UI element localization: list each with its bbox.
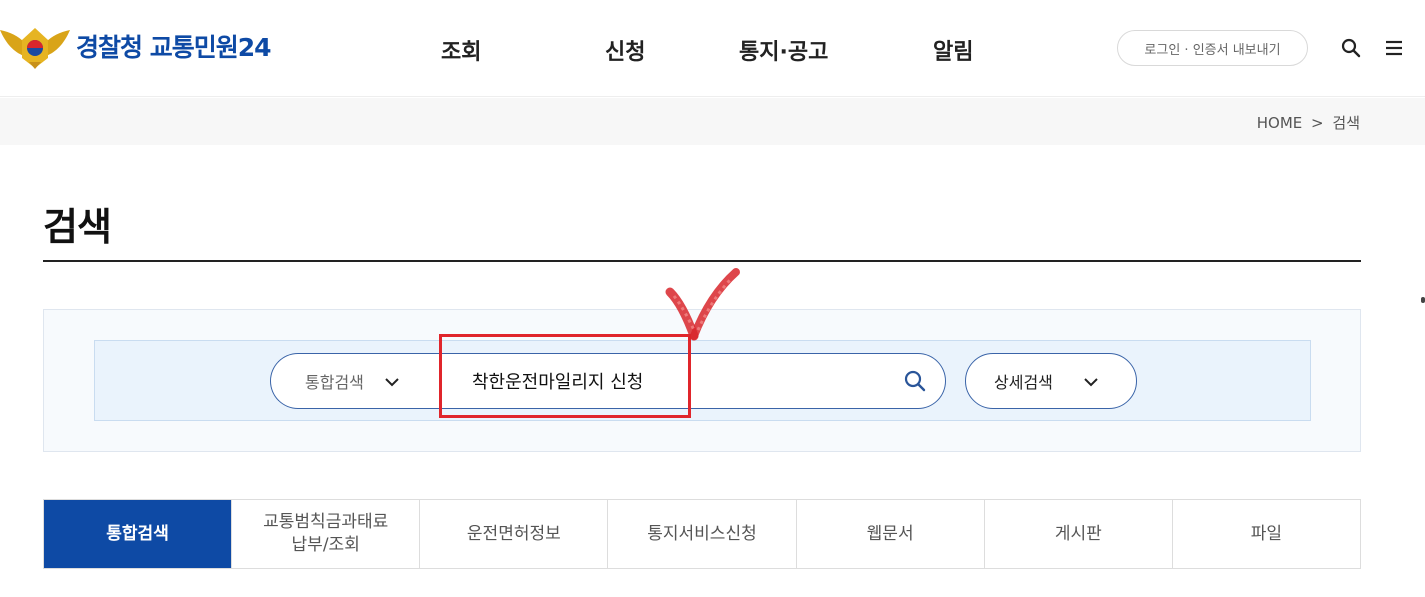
chevron-down-icon: [384, 372, 400, 391]
hamburger-menu-icon[interactable]: [1383, 37, 1405, 59]
search-icon[interactable]: [903, 369, 927, 393]
detail-search-label: 상세검색: [994, 373, 1053, 392]
tab-integrated-search[interactable]: 통합검색: [44, 500, 232, 568]
tab-label: 교통범칙금과태료 납부/조회: [263, 512, 389, 555]
tab-board[interactable]: 게시판: [983, 500, 1172, 568]
login-certificate-button[interactable]: 로그인 · 인증서 내보내기: [1117, 30, 1308, 66]
search-scope-select[interactable]: 통합검색: [270, 353, 450, 409]
chevron-down-icon: [1083, 372, 1099, 391]
tab-label: 통지서비스신청: [647, 523, 757, 544]
nav-item-notice[interactable]: 통지·공고: [739, 34, 828, 66]
tab-label: 통합검색: [106, 523, 169, 544]
nav-item-inquiry[interactable]: 조회: [441, 34, 481, 66]
search-input[interactable]: [472, 354, 882, 408]
tab-label: 파일: [1250, 523, 1283, 544]
nav-item-news[interactable]: 알림: [933, 34, 973, 66]
search-field: [450, 353, 946, 409]
tab-files[interactable]: 파일: [1171, 500, 1360, 568]
search-category-tabs: 통합검색 교통범칙금과태료 납부/조회 운전면허정보 통지서비스신청 웹문서 게…: [43, 499, 1361, 569]
breadcrumb-current: 검색: [1332, 114, 1360, 132]
tab-notification-service[interactable]: 통지서비스신청: [607, 500, 796, 568]
search-panel: 통합검색 상세검색: [43, 309, 1361, 452]
breadcrumb-separator: >: [1311, 114, 1324, 132]
tab-license-info[interactable]: 운전면허정보: [419, 500, 608, 568]
nav-item-application[interactable]: 신청: [605, 34, 645, 66]
tab-label: 웹문서: [866, 523, 914, 544]
search-box-area: 통합검색 상세검색: [94, 340, 1311, 421]
detail-search-button[interactable]: 상세검색: [965, 353, 1137, 409]
tab-traffic-fines[interactable]: 교통범칙금과태료 납부/조회: [231, 500, 420, 568]
scrollbar-edge: [1421, 297, 1425, 303]
breadcrumb-home[interactable]: HOME: [1257, 114, 1303, 132]
tab-label: 운전면허정보: [466, 523, 561, 544]
search-icon[interactable]: [1340, 37, 1362, 59]
tab-web-documents[interactable]: 웹문서: [795, 500, 984, 568]
page-title: 검색: [43, 205, 112, 249]
tab-label: 게시판: [1054, 523, 1102, 544]
title-divider: [43, 260, 1361, 262]
breadcrumb: HOME > 검색: [1257, 112, 1360, 133]
search-scope-label: 통합검색: [305, 373, 364, 392]
breadcrumb-bar: HOME > 검색: [0, 98, 1425, 145]
site-header: 경찰청 교통민원24 조회 신청 통지·공고 알림 로그인 · 인증서 내보내기: [0, 0, 1425, 97]
